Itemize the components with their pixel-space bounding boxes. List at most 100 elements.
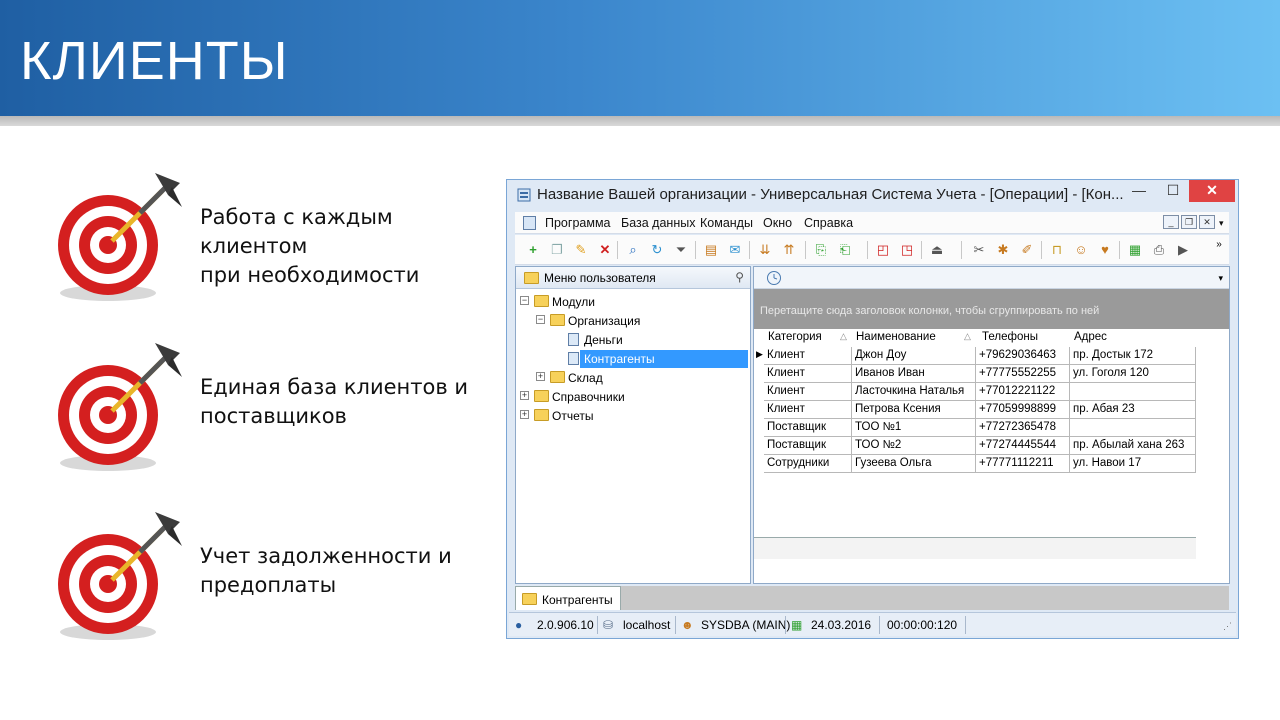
table-cell[interactable]: +79629036463 bbox=[976, 347, 1070, 365]
comment-icon[interactable]: ✉ bbox=[727, 242, 743, 258]
mdi-close-button[interactable]: ✕ bbox=[1199, 215, 1215, 229]
notes-icon[interactable]: ✐ bbox=[1019, 242, 1035, 258]
table-cell[interactable]: пр. Достык 172 bbox=[1070, 347, 1196, 365]
toolbar-separator bbox=[961, 241, 962, 259]
table-cell[interactable] bbox=[1070, 383, 1196, 401]
maximize-button[interactable]: ☐ bbox=[1159, 180, 1187, 202]
table-cell[interactable]: +77274445544 bbox=[976, 437, 1070, 455]
new-window-icon[interactable]: ◰ bbox=[875, 242, 891, 258]
tree-expand-icon[interactable]: ⇊ bbox=[757, 242, 773, 258]
table-cell[interactable]: +77012221122 bbox=[976, 383, 1070, 401]
export-icon[interactable]: ⎘ bbox=[813, 242, 829, 258]
menu-item-commands[interactable]: Команды bbox=[700, 216, 753, 230]
expand-icon[interactable]: + bbox=[520, 391, 529, 400]
table-cell[interactable]: Клиент bbox=[764, 365, 852, 383]
table-cell[interactable]: Клиент bbox=[764, 383, 852, 401]
table-cell[interactable]: +77272365478 bbox=[976, 419, 1070, 437]
tree-item-reports[interactable]: + Отчеты bbox=[520, 407, 748, 425]
table-cell[interactable]: Поставщик bbox=[764, 419, 852, 437]
column-header-address[interactable]: Адрес bbox=[1074, 331, 1107, 343]
resize-grip-icon[interactable]: ⋰ bbox=[1223, 621, 1232, 632]
copy-icon[interactable]: ❐ bbox=[549, 242, 565, 258]
collapse-icon[interactable]: − bbox=[536, 315, 545, 324]
document-icon[interactable] bbox=[523, 216, 536, 230]
table-cell[interactable]: Клиент bbox=[764, 401, 852, 419]
tree-item-organization[interactable]: − Организация bbox=[520, 312, 748, 330]
table-row[interactable]: Клиент Иванов Иван +77775552255 ул. Гоголя … bbox=[754, 365, 1196, 383]
sort-asc-icon[interactable]: △ bbox=[964, 331, 971, 342]
expand-icon[interactable]: + bbox=[520, 410, 529, 419]
table-cell[interactable]: Петрова Ксения bbox=[852, 401, 976, 419]
search-icon[interactable]: ⌕ bbox=[625, 242, 641, 258]
play-icon[interactable]: ▶ bbox=[1175, 242, 1191, 258]
toolbar-overflow-icon[interactable]: » bbox=[1211, 237, 1227, 253]
tree-item-counterparties[interactable]: Контрагенты bbox=[520, 350, 748, 368]
menu-item-help[interactable]: Справка bbox=[804, 216, 853, 230]
table-cell[interactable]: +77775552255 bbox=[976, 365, 1070, 383]
edit-pencil-icon[interactable]: ✎ bbox=[573, 242, 589, 258]
calendar-icon[interactable]: ▦ bbox=[1127, 242, 1143, 258]
sort-asc-icon[interactable]: △ bbox=[840, 331, 847, 342]
close-button[interactable]: ✕ bbox=[1189, 180, 1235, 202]
filter-icon[interactable]: ⏷ bbox=[673, 242, 689, 258]
table-cell[interactable]: Гузеева Ольга bbox=[852, 455, 976, 473]
lock-icon[interactable]: ⊓ bbox=[1049, 242, 1065, 258]
table-cell[interactable]: Клиент bbox=[764, 347, 852, 365]
table-cell[interactable]: Иванов Иван bbox=[852, 365, 976, 383]
table-row[interactable]: Клиент Петрова Ксения +77059998899 пр. Абая… bbox=[754, 401, 1196, 419]
mdi-minimize-button[interactable]: _ bbox=[1163, 215, 1179, 229]
tree-item-references[interactable]: + Справочники bbox=[520, 388, 748, 406]
tree-item-money[interactable]: Деньги bbox=[520, 331, 748, 349]
add-icon[interactable]: + bbox=[525, 242, 541, 258]
table-row[interactable]: Клиент Ласточкина Наталья +77012221122 bbox=[754, 383, 1196, 401]
close-window-icon[interactable]: ◳ bbox=[899, 242, 915, 258]
exit-icon[interactable]: ⏏ bbox=[929, 242, 945, 258]
table-row[interactable]: Поставщик ТОО №2 +77274445544 пр. Абылай ха… bbox=[754, 437, 1196, 455]
print-icon[interactable]: ⎙ bbox=[1151, 242, 1167, 258]
settings-icon[interactable]: ✱ bbox=[995, 242, 1011, 258]
tree-item-modules[interactable]: − Модули bbox=[520, 293, 748, 311]
tree-collapse-icon[interactable]: ⇈ bbox=[781, 242, 797, 258]
table-row[interactable]: ▶ Клиент Джон Доу +79629036463 пр. Достык 17… bbox=[754, 347, 1196, 365]
table-cell[interactable]: +77771112211 bbox=[976, 455, 1070, 473]
mdi-restore-button[interactable]: ❐ bbox=[1181, 215, 1197, 229]
column-header-phones[interactable]: Телефоны bbox=[982, 331, 1038, 343]
menu-item-program[interactable]: Программа bbox=[545, 216, 611, 230]
collapse-icon[interactable]: − bbox=[520, 296, 529, 305]
table-row[interactable]: Сотрудники Гузеева Ольга +77771112211 ул. Н… bbox=[754, 455, 1196, 473]
refresh-icon[interactable]: ↻ bbox=[649, 242, 665, 258]
column-header-name[interactable]: Наименование bbox=[856, 331, 936, 343]
column-header-category[interactable]: Категория bbox=[768, 331, 822, 343]
table-cell[interactable]: Ласточкина Наталья bbox=[852, 383, 976, 401]
table-cell[interactable] bbox=[1070, 419, 1196, 437]
clock-icon[interactable] bbox=[766, 270, 782, 286]
table-cell[interactable]: Джон Доу bbox=[852, 347, 976, 365]
window-titlebar[interactable]: Название Вашей организации - Универсальн… bbox=[507, 180, 1238, 210]
table-cell[interactable]: +77059998899 bbox=[976, 401, 1070, 419]
table-row[interactable]: Поставщик ТОО №1 +77272365478 bbox=[754, 419, 1196, 437]
tools-icon[interactable]: ✂ bbox=[971, 242, 987, 258]
table-cell[interactable]: ул. Гоголя 120 bbox=[1070, 365, 1196, 383]
group-by-panel[interactable]: Перетащите сюда заголовок колонки, чтобы… bbox=[754, 289, 1229, 329]
tab-counterparties[interactable]: Контрагенты bbox=[515, 586, 621, 610]
delete-icon[interactable]: ✕ bbox=[597, 242, 613, 258]
chevron-down-icon[interactable]: ▾ bbox=[1219, 218, 1224, 229]
table-cell[interactable]: Сотрудники bbox=[764, 455, 852, 473]
tree-item-warehouse[interactable]: + Склад bbox=[520, 369, 748, 387]
users-icon[interactable]: ☺ bbox=[1073, 242, 1089, 258]
user-settings-icon[interactable]: ♥ bbox=[1097, 242, 1113, 258]
table-cell[interactable]: пр. Абылай хана 263 bbox=[1070, 437, 1196, 455]
table-cell[interactable]: ТОО №2 bbox=[852, 437, 976, 455]
chart-icon[interactable]: ▤ bbox=[703, 242, 719, 258]
menu-item-window[interactable]: Окно bbox=[763, 216, 792, 230]
table-cell[interactable]: пр. Абая 23 bbox=[1070, 401, 1196, 419]
table-cell[interactable]: ТОО №1 bbox=[852, 419, 976, 437]
table-cell[interactable]: Поставщик bbox=[764, 437, 852, 455]
pin-icon[interactable]: ⚲ bbox=[735, 270, 744, 284]
table-cell[interactable]: ул. Навои 17 bbox=[1070, 455, 1196, 473]
minimize-button[interactable]: — bbox=[1125, 180, 1153, 202]
menu-item-database[interactable]: База данных bbox=[621, 216, 695, 230]
expand-icon[interactable]: + bbox=[536, 372, 545, 381]
chevron-down-icon[interactable]: ▾ bbox=[1218, 273, 1223, 284]
import-icon[interactable]: ⎗ bbox=[837, 242, 853, 258]
